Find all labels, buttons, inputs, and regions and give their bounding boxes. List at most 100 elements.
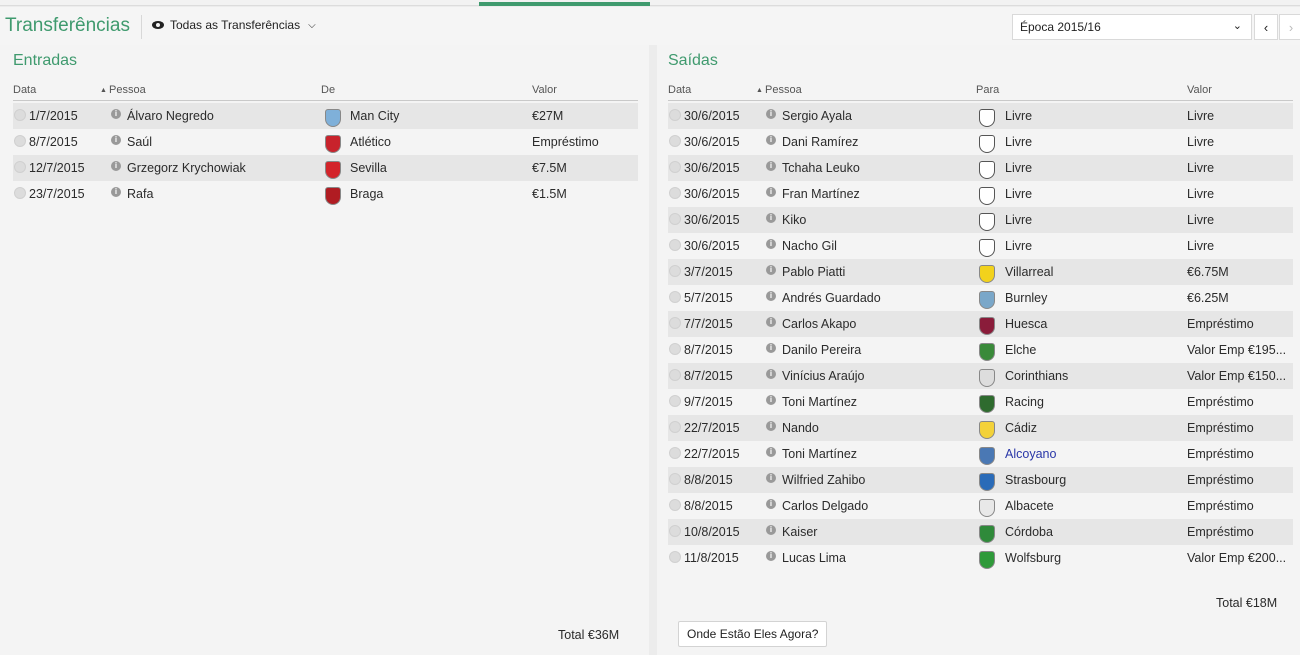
club-name[interactable]: Livre [1005,239,1032,253]
transfer-filter-dropdown[interactable]: Todas as Transferências ⌵ [152,18,316,32]
info-icon[interactable]: i [766,213,776,223]
table-row[interactable]: 12/7/2015 i Grzegorz Krychowiak Sevilla €7.5… [13,155,638,181]
info-icon[interactable]: i [766,239,776,249]
player-name[interactable]: Toni Martínez [782,395,857,409]
player-name[interactable]: Álvaro Negredo [127,109,214,123]
club-name[interactable]: Man City [350,109,399,123]
table-row[interactable]: 7/7/2015 i Carlos Akapo Huesca Empréstimo [668,311,1293,337]
player-name[interactable]: Rafa [127,187,153,201]
club-name[interactable]: Córdoba [1005,525,1053,539]
table-row[interactable]: 10/8/2015 i Kaiser Córdoba Empréstimo [668,519,1293,545]
column-header-person[interactable]: Pessoa [765,84,802,96]
info-icon[interactable]: i [766,421,776,431]
club-name[interactable]: Sevilla [350,161,387,175]
info-icon[interactable]: i [766,447,776,457]
club-name[interactable]: Livre [1005,109,1032,123]
club-name[interactable]: Racing [1005,395,1044,409]
info-icon[interactable]: i [766,265,776,275]
player-name[interactable]: Toni Martínez [782,447,857,461]
player-name[interactable]: Andrés Guardado [782,291,881,305]
player-name[interactable]: Carlos Delgado [782,499,868,513]
club-name[interactable]: Albacete [1005,499,1054,513]
club-name[interactable]: Livre [1005,161,1032,175]
info-icon[interactable]: i [111,161,121,171]
player-name[interactable]: Carlos Akapo [782,317,856,331]
table-row[interactable]: 3/7/2015 i Pablo Piatti Villarreal €6.75M [668,259,1293,285]
info-icon[interactable]: i [111,187,121,197]
player-name[interactable]: Kiko [782,213,806,227]
player-name[interactable]: Lucas Lima [782,551,846,565]
info-icon[interactable]: i [111,109,121,119]
table-row[interactable]: 30/6/2015 i Tchaha Leuko Livre Livre [668,155,1293,181]
club-name[interactable]: Livre [1005,135,1032,149]
player-name[interactable]: Saúl [127,135,152,149]
season-select[interactable]: Época 2015/16 ⌄ [1012,14,1252,40]
table-row[interactable]: 5/7/2015 i Andrés Guardado Burnley €6.25M [668,285,1293,311]
club-name[interactable]: Huesca [1005,317,1047,331]
table-row[interactable]: 22/7/2015 i Nando Cádiz Empréstimo [668,415,1293,441]
player-name[interactable]: Nacho Gil [782,239,837,253]
club-name[interactable]: Corinthians [1005,369,1068,383]
club-name[interactable]: Villarreal [1005,265,1053,279]
player-name[interactable]: Pablo Piatti [782,265,845,279]
club-name[interactable]: Alcoyano [1005,447,1056,461]
info-icon[interactable]: i [766,291,776,301]
info-icon[interactable]: i [766,135,776,145]
previous-season-button[interactable]: ‹ [1254,14,1278,40]
info-icon[interactable]: i [766,499,776,509]
column-header-date[interactable]: Data [668,84,691,96]
table-row[interactable]: 8/7/2015 i Danilo Pereira Elche Valor Emp €1… [668,337,1293,363]
column-header-to[interactable]: Para [976,84,999,96]
info-icon[interactable]: i [766,369,776,379]
table-row[interactable]: 30/6/2015 i Kiko Livre Livre [668,207,1293,233]
club-name[interactable]: Elche [1005,343,1036,357]
table-row[interactable]: 30/6/2015 i Dani Ramírez Livre Livre [668,129,1293,155]
table-row[interactable]: 8/7/2015 i Saúl Atlético Empréstimo [13,129,638,155]
player-name[interactable]: Sergio Ayala [782,109,852,123]
info-icon[interactable]: i [766,343,776,353]
info-icon[interactable]: i [766,473,776,483]
next-season-button[interactable]: › [1279,14,1300,40]
table-row[interactable]: 23/7/2015 i Rafa Braga €1.5M [13,181,638,207]
player-name[interactable]: Kaiser [782,525,817,539]
where-are-they-now-button[interactable]: Onde Estão Eles Agora? [678,621,828,647]
player-name[interactable]: Wilfried Zahibo [782,473,865,487]
club-name[interactable]: Braga [350,187,383,201]
info-icon[interactable]: i [766,525,776,535]
table-row[interactable]: 22/7/2015 i Toni Martínez Alcoyano Empréstim… [668,441,1293,467]
column-header-person[interactable]: Pessoa [109,84,146,96]
info-icon[interactable]: i [111,135,121,145]
column-header-value[interactable]: Valor [532,84,557,96]
club-name[interactable]: Burnley [1005,291,1047,305]
column-header-from[interactable]: De [321,84,335,96]
player-name[interactable]: Danilo Pereira [782,343,861,357]
player-name[interactable]: Nando [782,421,819,435]
table-row[interactable]: 8/8/2015 i Carlos Delgado Albacete Empréstim… [668,493,1293,519]
info-icon[interactable]: i [766,187,776,197]
club-name[interactable]: Cádiz [1005,421,1037,435]
club-name[interactable]: Livre [1005,187,1032,201]
info-icon[interactable]: i [766,161,776,171]
table-row[interactable]: 8/8/2015 i Wilfried Zahibo Strasbourg Emprés… [668,467,1293,493]
player-name[interactable]: Vinícius Araújo [782,369,864,383]
column-header-date[interactable]: Data [13,84,36,96]
table-row[interactable]: 30/6/2015 i Sergio Ayala Livre Livre [668,103,1293,129]
player-name[interactable]: Tchaha Leuko [782,161,860,175]
info-icon[interactable]: i [766,109,776,119]
table-row[interactable]: 11/8/2015 i Lucas Lima Wolfsburg Valor Emp €… [668,545,1293,571]
info-icon[interactable]: i [766,551,776,561]
club-name[interactable]: Strasbourg [1005,473,1066,487]
player-name[interactable]: Grzegorz Krychowiak [127,161,246,175]
player-name[interactable]: Dani Ramírez [782,135,858,149]
club-name[interactable]: Atlético [350,135,391,149]
table-row[interactable]: 30/6/2015 i Fran Martínez Livre Livre [668,181,1293,207]
player-name[interactable]: Fran Martínez [782,187,860,201]
table-row[interactable]: 9/7/2015 i Toni Martínez Racing Empréstimo [668,389,1293,415]
column-header-value[interactable]: Valor [1187,84,1212,96]
table-row[interactable]: 8/7/2015 i Vinícius Araújo Corinthians Valor… [668,363,1293,389]
club-name[interactable]: Wolfsburg [1005,551,1061,565]
club-name[interactable]: Livre [1005,213,1032,227]
table-row[interactable]: 30/6/2015 i Nacho Gil Livre Livre [668,233,1293,259]
info-icon[interactable]: i [766,395,776,405]
table-row[interactable]: 1/7/2015 i Álvaro Negredo Man City €27M [13,103,638,129]
